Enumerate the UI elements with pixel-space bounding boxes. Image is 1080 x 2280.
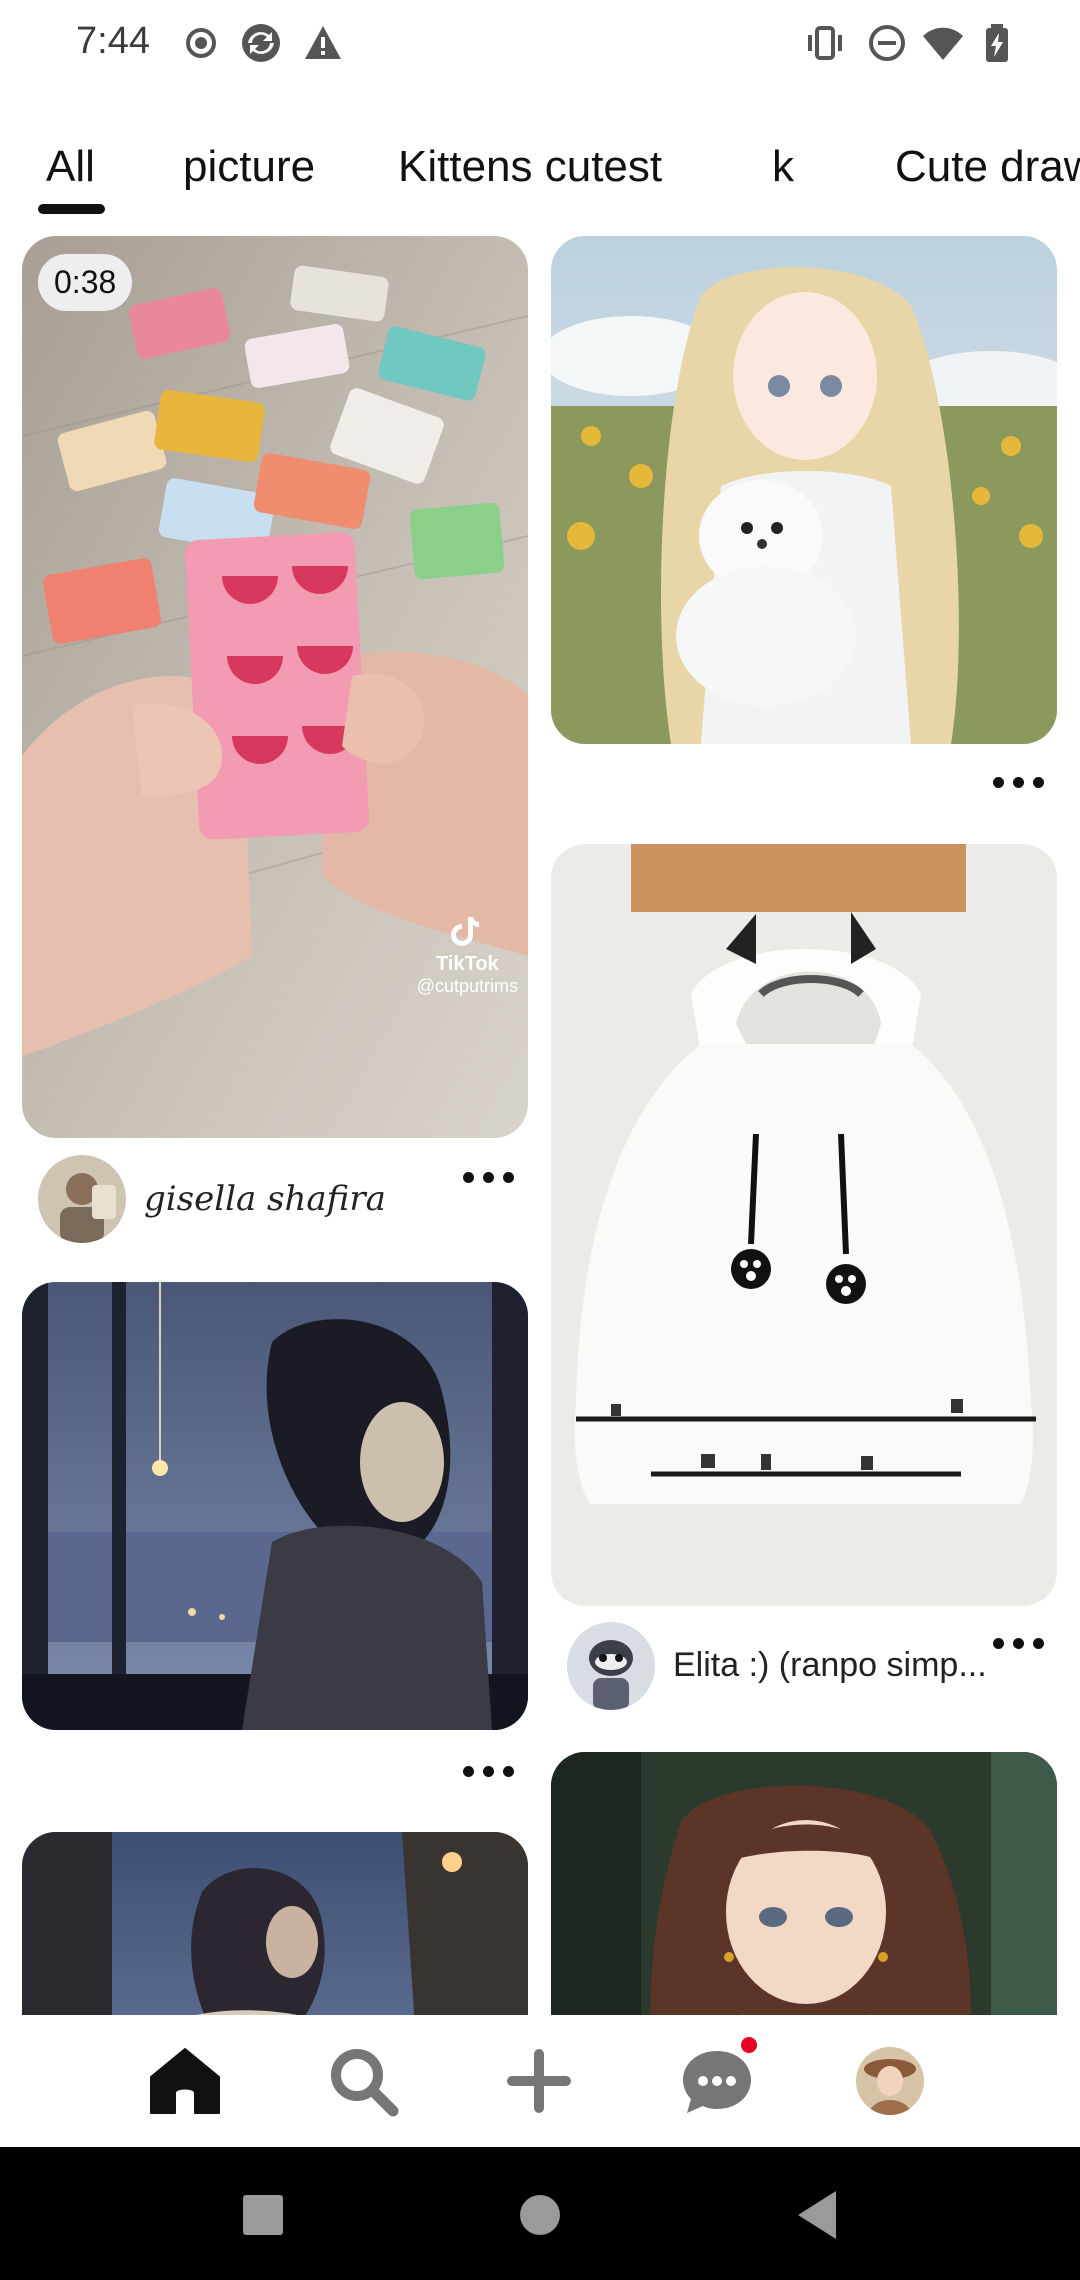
- tab-kittens-cutest[interactable]: Kittens cutest: [398, 142, 662, 192]
- pin-anime-girl-night-sky[interactable]: [22, 1832, 528, 2015]
- board-tabs: All picture Kittens cutest k Cute draw: [0, 130, 1080, 220]
- pin-image: [22, 1832, 528, 2015]
- messages-button[interactable]: [679, 2037, 757, 2119]
- tab-k[interactable]: k: [772, 142, 794, 192]
- more-options-button[interactable]: [459, 1166, 519, 1190]
- system-navigation-bar: [0, 2147, 1080, 2280]
- more-options-button[interactable]: [989, 1632, 1049, 1656]
- do-not-disturb-icon: [869, 25, 905, 61]
- pin-image: [22, 236, 528, 1138]
- recents-icon[interactable]: [231, 2183, 295, 2247]
- more-options-button[interactable]: [989, 771, 1049, 795]
- back-icon[interactable]: [786, 2183, 850, 2247]
- pin-anime-brunette[interactable]: [551, 1752, 1057, 2015]
- tiktok-label: TikTok: [436, 953, 499, 976]
- notification-dot: [741, 2037, 757, 2053]
- search-icon[interactable]: [325, 2043, 401, 2119]
- pin-cat-hoodie[interactable]: [551, 844, 1057, 1606]
- tab-selected-indicator: [38, 204, 105, 214]
- wifi-icon: [923, 27, 963, 60]
- pin-anime-night-window[interactable]: [22, 1282, 528, 1730]
- create-icon[interactable]: [501, 2043, 577, 2119]
- author-name[interactable]: gisella shafira: [144, 1179, 386, 1219]
- tab-picture[interactable]: picture: [183, 142, 315, 192]
- pin-author-elita[interactable]: Elita :) (ranpo simp...: [567, 1622, 987, 1712]
- tiktok-handle: @cutputrims: [416, 976, 518, 997]
- pin-image: [551, 844, 1057, 1606]
- home-icon[interactable]: [147, 2043, 223, 2119]
- avatar[interactable]: [38, 1155, 126, 1243]
- messages-icon: [683, 2051, 751, 2113]
- pin-feed[interactable]: 0:38 TikTok @cutputrims gisella shafira: [0, 230, 1080, 2015]
- status-bar: 7:44: [0, 0, 1080, 90]
- sync-app-icon: [242, 24, 280, 62]
- battery-charging-icon: [986, 24, 1008, 62]
- bottom-navigation: [0, 2015, 1080, 2147]
- tiktok-icon: [451, 916, 480, 946]
- home-system-icon[interactable]: [508, 2183, 572, 2247]
- pin-image: [551, 236, 1057, 744]
- pin-candy-video[interactable]: 0:38 TikTok @cutputrims: [22, 236, 528, 1138]
- more-options-button[interactable]: [459, 1760, 519, 1784]
- record-icon: [186, 28, 216, 58]
- tab-cute-draw[interactable]: Cute draw: [895, 142, 1080, 192]
- author-name[interactable]: Elita :) (ranpo simp...: [673, 1646, 987, 1685]
- warning-icon: [305, 26, 341, 59]
- profile-avatar[interactable]: [856, 2047, 924, 2115]
- video-duration-badge: 0:38: [38, 254, 133, 311]
- tiktok-watermark: TikTok @cutputrims: [417, 913, 518, 998]
- pin-anime-girl-dog[interactable]: [551, 236, 1057, 744]
- pin-author-gisella[interactable]: gisella shafira: [38, 1155, 458, 1245]
- tab-all[interactable]: All: [46, 142, 95, 192]
- vibrate-icon: [808, 26, 842, 60]
- status-time: 7:44: [76, 20, 150, 62]
- pin-image: [22, 1282, 528, 1730]
- pin-image: [551, 1752, 1057, 2015]
- avatar[interactable]: [567, 1622, 655, 1710]
